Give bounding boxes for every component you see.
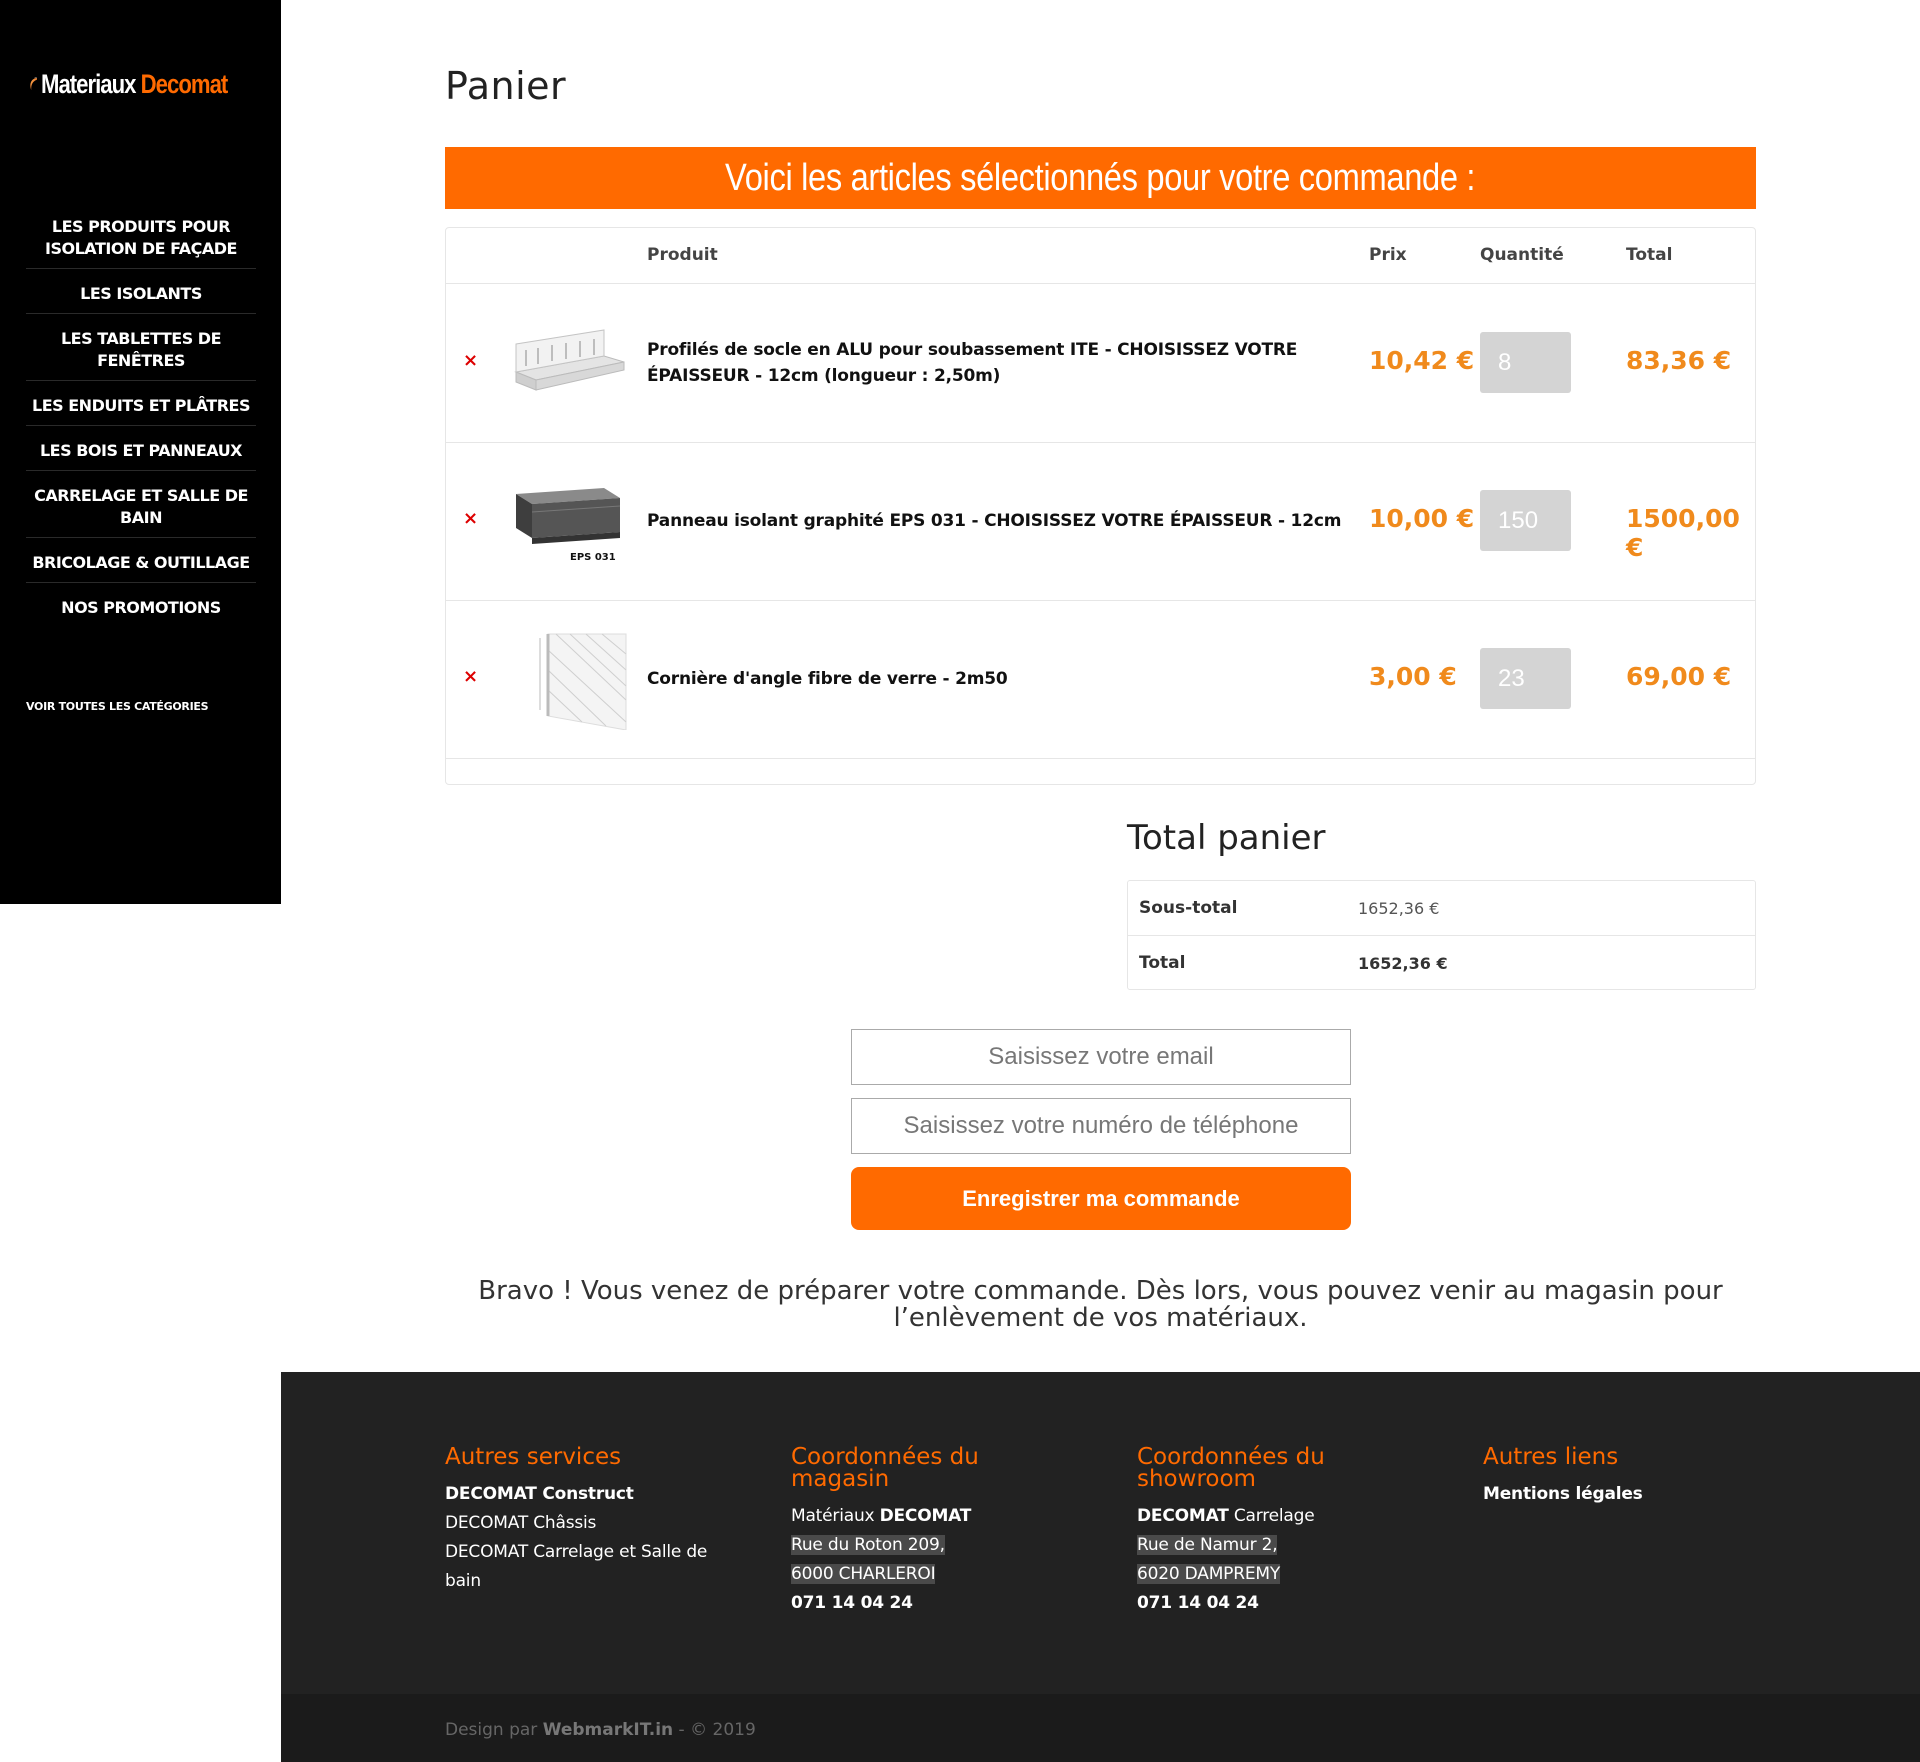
showroom-city: 6020 DAMPREMY <box>1137 1564 1281 1584</box>
quantity-input[interactable] <box>1480 490 1571 551</box>
nav-item-carrelage[interactable]: CARRELAGE ET SALLE DE BAIN <box>26 483 256 538</box>
total-label: Total <box>1139 953 1186 973</box>
confirmation-message: Bravo ! Vous venez de préparer votre com… <box>478 1276 1723 1333</box>
order-banner: Voici les articles sélectionnés pour vot… <box>445 147 1756 209</box>
header-product: Produit <box>647 245 718 265</box>
cart-totals-title: Total panier <box>1127 818 1326 858</box>
total-row: Total 1652,36 € <box>1128 935 1755 990</box>
site-logo[interactable]: Materiaux Decomat <box>28 52 268 116</box>
store-street: Rue du Roton 209, <box>791 1535 945 1555</box>
cart-row: × Profilés de socle en ALU pour soubasse… <box>446 284 1755 443</box>
footer-link-carrelage[interactable]: DECOMAT Carrelage et Salle de bain <box>445 1538 735 1596</box>
row-total: 1500,00 € <box>1626 504 1740 562</box>
footer-col-store: Coordonnées du magasin Matériaux DECOMAT… <box>791 1446 1081 1618</box>
nav-item-enduits[interactable]: LES ENDUITS ET PLÂTRES <box>26 393 256 426</box>
subtotal-row: Sous-total 1652,36 € <box>1128 881 1755 935</box>
footer-heading: Coordonnées du magasin <box>791 1444 979 1492</box>
store-name: Matériaux DECOMAT <box>791 1502 1081 1531</box>
footer-credit: Design par WebmarkIT.in - © 2019 <box>445 1720 756 1740</box>
footer-heading: Autres services <box>445 1444 622 1470</box>
footer-heading: Autres liens <box>1483 1444 1619 1470</box>
nav-item-bricolage[interactable]: BRICOLAGE & OUTILLAGE <box>26 550 256 583</box>
product-name[interactable]: Cornière d'angle fibre de verre - 2m50 <box>647 666 1367 692</box>
footer: Autres services DECOMAT Construct DECOMA… <box>281 1372 1920 1762</box>
footer-col-services: Autres services DECOMAT Construct DECOMA… <box>445 1446 735 1596</box>
cart-table-header: Produit Prix Quantité Total <box>446 228 1755 284</box>
logo-text-decomat: Decomat <box>140 68 228 99</box>
footer-col-showroom: Coordonnées du showroom DECOMAT Carrelag… <box>1137 1446 1427 1618</box>
row-total: 83,36 € <box>1626 346 1732 375</box>
store-city: 6000 CHARLEROI <box>791 1564 936 1584</box>
nav-item-isolation-facade[interactable]: LES PRODUITS POUR ISOLATION DE FAÇADE <box>26 214 256 269</box>
corner-bead-image[interactable] <box>508 630 628 730</box>
product-image-caption: EPS 031 <box>570 552 616 563</box>
quantity-input[interactable] <box>1480 648 1571 709</box>
subtotal-label: Sous-total <box>1139 898 1238 918</box>
sidebar: Materiaux Decomat LES PRODUITS POUR ISOL… <box>0 0 281 904</box>
logo-text-materiaux: Materiaux <box>40 68 136 99</box>
subtotal-value: 1652,36 € <box>1358 899 1440 918</box>
row-total: 69,00 € <box>1626 662 1732 691</box>
email-field[interactable] <box>851 1029 1351 1085</box>
order-banner-text: Voici les articles sélectionnés pour vot… <box>725 157 1476 199</box>
showroom-street: Rue de Namur 2, <box>1137 1535 1278 1555</box>
credit-prefix: Design par <box>445 1720 543 1740</box>
showroom-name-brand: DECOMAT <box>1137 1506 1229 1526</box>
quantity-input[interactable] <box>1480 332 1571 393</box>
cart-row: × EPS 031 Panneau isolant graphité EPS 0… <box>446 442 1755 601</box>
total-value: 1652,36 € <box>1358 954 1448 973</box>
cart-row: × Cornière d'angle fibre de verre - 2m50… <box>446 600 1755 759</box>
credit-suffix: - © 2019 <box>673 1720 756 1740</box>
footer-col-links: Autres liens Mentions légales <box>1483 1446 1773 1509</box>
store-name-brand: DECOMAT <box>879 1506 972 1526</box>
showroom-phone[interactable]: 071 14 04 24 <box>1137 1593 1259 1613</box>
product-name[interactable]: Panneau isolant graphité EPS 031 - CHOIS… <box>647 508 1367 534</box>
nav-item-tablettes[interactable]: LES TABLETTES DE FENÊTRES <box>26 326 256 381</box>
aluminium-profile-image[interactable] <box>508 314 628 414</box>
product-price: 10,42 € <box>1369 346 1475 375</box>
showroom-name-suffix: Carrelage <box>1228 1506 1315 1526</box>
header-total: Total <box>1626 245 1673 265</box>
legal-notice-link[interactable]: Mentions légales <box>1483 1484 1643 1504</box>
footer-heading: Coordonnées du showroom <box>1137 1444 1325 1492</box>
phone-field[interactable] <box>851 1098 1351 1154</box>
product-price: 3,00 € <box>1369 662 1457 691</box>
remove-item-button[interactable]: × <box>463 508 478 529</box>
header-quantity: Quantité <box>1480 245 1564 265</box>
category-nav: LES PRODUITS POUR ISOLATION DE FAÇADE LE… <box>26 214 256 639</box>
credit-brand-link[interactable]: WebmarkIT.in <box>543 1720 673 1740</box>
cart-totals-table: Sous-total 1652,36 € Total 1652,36 € <box>1127 880 1756 990</box>
logo-swoosh-icon <box>30 77 38 91</box>
page-title: Panier <box>445 64 567 108</box>
product-name[interactable]: Profilés de socle en ALU pour soubasseme… <box>647 337 1367 389</box>
product-price: 10,00 € <box>1369 504 1475 533</box>
remove-item-button[interactable]: × <box>463 666 478 687</box>
cart-table: Produit Prix Quantité Total × Profilés d… <box>445 227 1756 785</box>
remove-item-button[interactable]: × <box>463 350 478 371</box>
footer-link-chassis[interactable]: DECOMAT Châssis <box>445 1509 735 1538</box>
showroom-name: DECOMAT Carrelage <box>1137 1502 1427 1531</box>
save-order-button[interactable]: Enregistrer ma commande <box>851 1167 1351 1230</box>
nav-item-isolants[interactable]: LES ISOLANTS <box>26 281 256 314</box>
store-phone[interactable]: 071 14 04 24 <box>791 1593 913 1613</box>
insulation-panel-image[interactable]: EPS 031 <box>508 472 628 572</box>
store-name-prefix: Matériaux <box>791 1506 880 1526</box>
all-categories-link[interactable]: VOIR TOUTES LES CATÉGORIES <box>26 700 209 713</box>
footer-link-construct[interactable]: DECOMAT Construct <box>445 1484 634 1504</box>
header-price: Prix <box>1369 245 1407 265</box>
nav-item-promotions[interactable]: NOS PROMOTIONS <box>26 595 256 627</box>
nav-item-bois[interactable]: LES BOIS ET PANNEAUX <box>26 438 256 471</box>
